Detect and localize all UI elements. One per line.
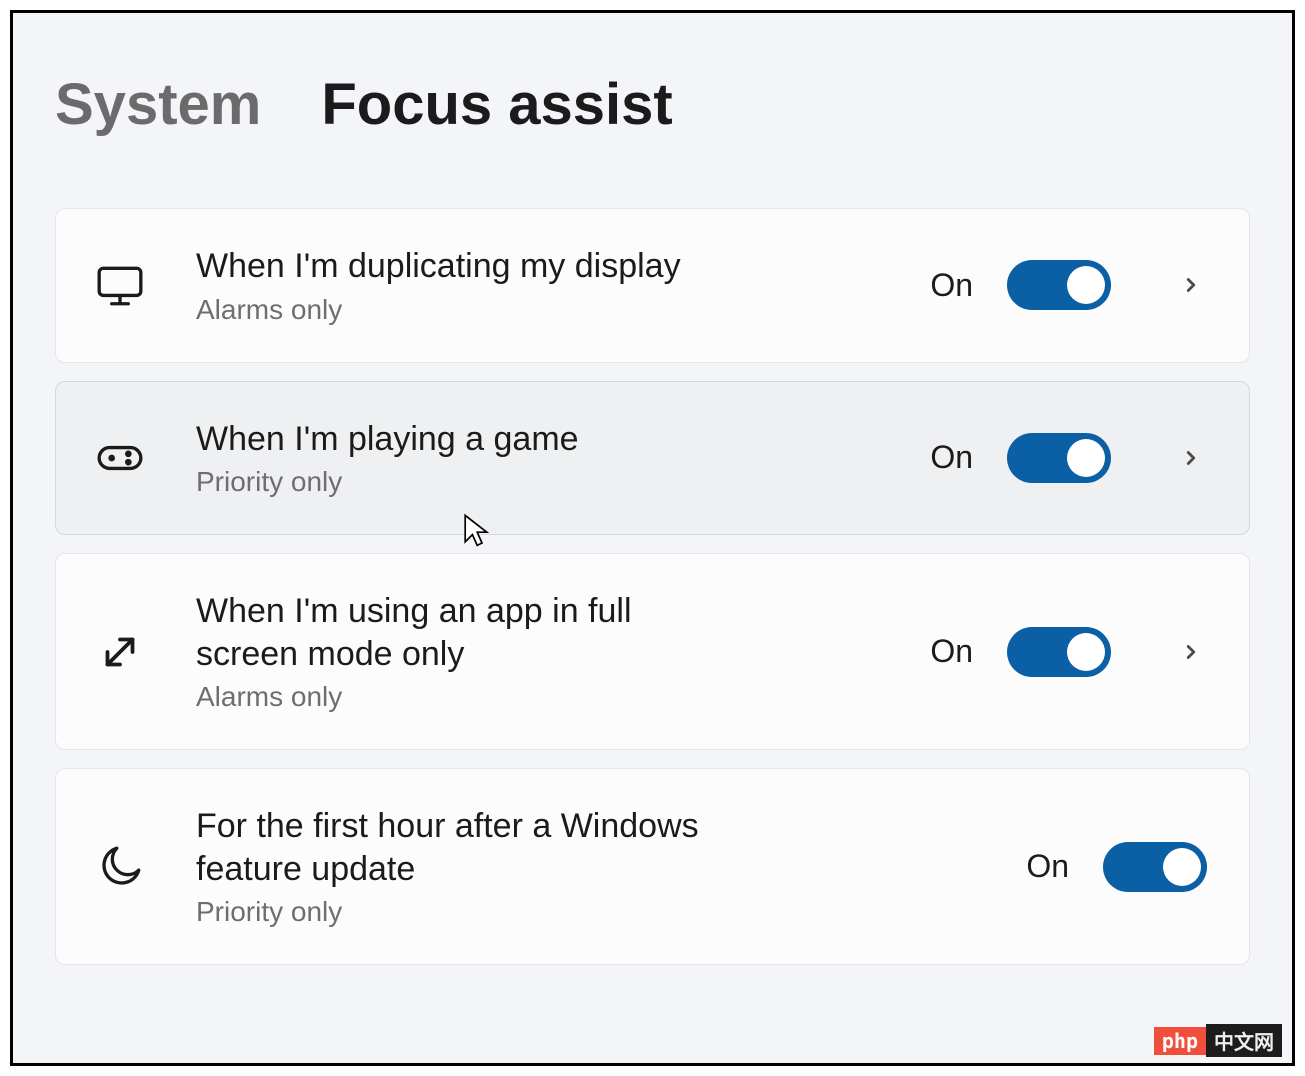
setting-controls: On <box>1026 842 1207 892</box>
setting-text: For the first hour after a Windows featu… <box>196 805 716 928</box>
toggle-switch[interactable] <box>1007 627 1111 677</box>
setting-text: When I'm using an app in full screen mod… <box>196 590 716 713</box>
watermark-badge: php 中文网 <box>1154 1024 1282 1057</box>
settings-window: System Focus assist When I'm duplicating… <box>10 10 1295 1066</box>
expand-chevron-icon[interactable] <box>1175 636 1207 668</box>
setting-subtitle: Alarms only <box>196 681 716 713</box>
setting-fullscreen-app[interactable]: When I'm using an app in full screen mod… <box>55 553 1250 750</box>
setting-text: When I'm duplicating my display Alarms o… <box>196 245 716 326</box>
breadcrumb-parent[interactable]: System <box>55 71 261 138</box>
expand-chevron-icon[interactable] <box>1175 269 1207 301</box>
settings-list: When I'm duplicating my display Alarms o… <box>55 208 1250 965</box>
setting-title: When I'm duplicating my display <box>196 245 716 288</box>
expand-chevron-icon[interactable] <box>1175 442 1207 474</box>
setting-title: For the first hour after a Windows featu… <box>196 805 716 890</box>
setting-subtitle: Priority only <box>196 896 716 928</box>
monitor-icon <box>92 257 148 313</box>
setting-title: When I'm using an app in full screen mod… <box>196 590 716 675</box>
watermark-right: 中文网 <box>1206 1024 1282 1057</box>
watermark-left: php <box>1154 1027 1206 1055</box>
toggle-switch[interactable] <box>1007 433 1111 483</box>
setting-controls: On <box>930 260 1207 310</box>
toggle-state-label: On <box>930 267 973 304</box>
setting-text: When I'm playing a game Priority only <box>196 418 716 499</box>
setting-subtitle: Alarms only <box>196 294 716 326</box>
setting-duplicating-display[interactable]: When I'm duplicating my display Alarms o… <box>55 208 1250 363</box>
setting-playing-game[interactable]: When I'm playing a game Priority only On <box>55 381 1250 536</box>
toggle-state-label: On <box>930 439 973 476</box>
breadcrumb: System Focus assist <box>55 71 1250 138</box>
moon-icon <box>92 839 148 895</box>
page-title: Focus assist <box>321 71 672 138</box>
toggle-state-label: On <box>930 633 973 670</box>
setting-title: When I'm playing a game <box>196 418 716 461</box>
setting-after-update[interactable]: For the first hour after a Windows featu… <box>55 768 1250 965</box>
setting-subtitle: Priority only <box>196 466 716 498</box>
toggle-switch[interactable] <box>1103 842 1207 892</box>
setting-controls: On <box>930 627 1207 677</box>
gamepad-icon <box>92 430 148 486</box>
toggle-state-label: On <box>1026 848 1069 885</box>
toggle-switch[interactable] <box>1007 260 1111 310</box>
setting-controls: On <box>930 433 1207 483</box>
fullscreen-icon <box>92 624 148 680</box>
